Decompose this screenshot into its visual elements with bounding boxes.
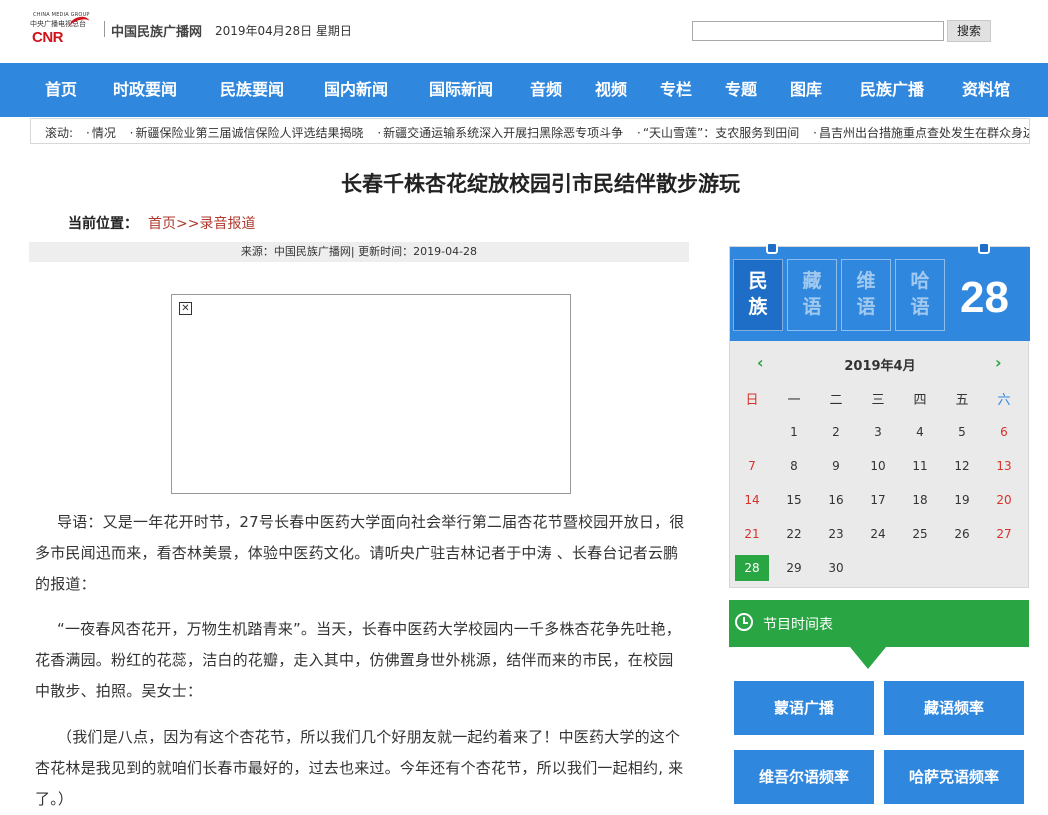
calendar-day[interactable]: 20 (987, 487, 1021, 513)
lang-tab-tibetan[interactable]: 藏 语 (787, 259, 837, 331)
freq-button-kazakh[interactable]: 哈萨克语频率 (884, 750, 1024, 804)
calendar-day[interactable]: 1 (777, 419, 811, 445)
ticker-label: 滚动: (45, 126, 74, 140)
nav-item-columns[interactable]: 专栏 (660, 63, 692, 117)
nav-item-ethnic-radio[interactable]: 民族广播 (860, 63, 924, 117)
calendar-day[interactable]: 9 (819, 453, 853, 479)
nav-item-ethnic-news[interactable]: 民族要闻 (220, 63, 284, 117)
calendar-day[interactable]: 22 (777, 521, 811, 547)
calendar-day[interactable]: 24 (861, 521, 895, 547)
calendar-day[interactable]: 16 (819, 487, 853, 513)
broken-image-icon: ✕ (179, 302, 192, 315)
ticker-item[interactable]: “天山雪莲”：支农服务到田间 (637, 126, 799, 140)
lang-tab-kazakh[interactable]: 哈 语 (895, 259, 945, 331)
weekday-header: 三 (871, 393, 885, 408)
nav-item-international[interactable]: 国际新闻 (429, 63, 493, 117)
calendar-day-today[interactable]: 28 (735, 555, 769, 581)
nav-item-domestic[interactable]: 国内新闻 (324, 63, 388, 117)
nav-item-topics[interactable]: 专题 (725, 63, 757, 117)
calendar-month: 2019年4月 (844, 359, 916, 374)
nav-item-home[interactable]: 首页 (45, 63, 77, 117)
nav-item-gallery[interactable]: 图库 (790, 63, 822, 117)
article-paragraph: 导语：又是一年花开时节，27号长春中医药大学面向社会举行第二届杏花节暨校园开放日… (35, 513, 685, 593)
top-bar: CHINA MEDIA GROUP 中央广播电视总台 CNR 中国民族广播网 2… (0, 0, 1048, 63)
calendar-day[interactable]: 30 (819, 555, 853, 581)
cnr-logo[interactable]: CHINA MEDIA GROUP 中央广播电视总台 CNR (30, 12, 102, 48)
lang-tab-label: 哈 语 (910, 270, 930, 318)
lang-tab-uyghur[interactable]: 维 语 (841, 259, 891, 331)
calendar-day[interactable]: 3 (861, 419, 895, 445)
calendar-day[interactable]: 12 (945, 453, 979, 479)
news-ticker: 滚动: 情况 新疆保险业第三届诚信保险人评选结果揭晓 新疆交通运输系统深入开展扫… (30, 118, 1030, 144)
weekday-header: 一 (787, 393, 801, 408)
current-date: 2019年04月28日 星期日 (215, 24, 352, 38)
calendar-day[interactable]: 14 (735, 487, 769, 513)
site-name[interactable]: 中国民族广播网 (111, 21, 202, 40)
calendar-day[interactable]: 17 (861, 487, 895, 513)
calendar-header: 民 族 藏 语 维 语 哈 语 28 (730, 242, 1030, 341)
clock-icon (735, 613, 753, 631)
logo-divider (104, 21, 105, 37)
breadcrumb[interactable]: 首页>>录音报道 (148, 213, 255, 233)
calendar-day[interactable]: 19 (945, 487, 979, 513)
calendar-day[interactable]: 7 (735, 453, 769, 479)
weekday-header: 六 (997, 393, 1011, 408)
calendar-day[interactable]: 4 (903, 419, 937, 445)
ticker-items: 情况 新疆保险业第三届诚信保险人评选结果揭晓 新疆交通运输系统深入开展扫黑除恶专… (86, 124, 1029, 141)
logo-brand-text: CNR (32, 29, 64, 46)
nav-item-archive[interactable]: 资料馆 (962, 63, 1010, 117)
article-paragraph: “一夜春风杏花开，万物生机踏青来”。当天，长春中医药大学校园内一千多株杏花争先吐… (35, 620, 681, 700)
breadcrumb-label: 当前位置： (68, 216, 138, 232)
calendar-day[interactable]: 29 (777, 555, 811, 581)
ticker-item[interactable]: 新疆交通运输系统深入开展扫黑除恶专项斗争 (377, 126, 623, 140)
calendar-day[interactable]: 13 (987, 453, 1021, 479)
nav-item-video[interactable]: 视频 (595, 63, 627, 117)
freq-button-tibetan[interactable]: 藏语频率 (884, 681, 1024, 735)
calendar-day[interactable]: 26 (945, 521, 979, 547)
binder-ring-icon (978, 242, 990, 254)
pointer-arrow (850, 647, 886, 669)
current-day-number: 28 (960, 273, 1009, 322)
calendar-day[interactable]: 6 (987, 419, 1021, 445)
ticker-item[interactable]: 情况 (86, 126, 116, 140)
calendar-day[interactable]: 10 (861, 453, 895, 479)
ticker-item[interactable]: 新疆保险业第三届诚信保险人评选结果揭晓 (130, 126, 364, 140)
calendar-day[interactable]: 8 (777, 453, 811, 479)
main-nav: 首页 时政要闻 民族要闻 国内新闻 国际新闻 音频 视频 专栏 专题 图库 民族… (0, 63, 1048, 117)
weekday-header: 日 (745, 393, 759, 408)
calendar-day[interactable]: 27 (987, 521, 1021, 547)
freq-button-uyghur[interactable]: 维吾尔语频率 (734, 750, 874, 804)
binder-ring-icon (766, 242, 778, 254)
calendar-day[interactable]: 23 (819, 521, 853, 547)
calendar-day[interactable]: 2 (819, 419, 853, 445)
lang-tab-ethnic[interactable]: 民 族 (733, 259, 783, 331)
freq-button-mongolian[interactable]: 蒙语广播 (734, 681, 874, 735)
article-paragraph: （我们是八点，因为有这个杏花节，所以我们几个好朋友就一起约着来了！中医药大学的这… (35, 728, 684, 808)
program-schedule-bar[interactable]: 节目时间表 (729, 600, 1029, 669)
calendar-day[interactable]: 15 (777, 487, 811, 513)
audio-player[interactable]: ✕ (171, 294, 571, 494)
ticker-item[interactable]: 昌吉州出台措施重点查处发生在群众身边的 (813, 126, 1029, 140)
weekday-header: 四 (913, 393, 927, 408)
lang-tab-label: 民 族 (748, 270, 768, 318)
article-title: 长春千株杏花绽放校园引市民结伴散步游玩 (341, 172, 740, 196)
article-meta: 来源：中国民族广播网| 更新时间：2019-04-28 (29, 242, 689, 262)
chevron-right-icon[interactable]: › (995, 353, 1002, 372)
calendar-day[interactable]: 11 (903, 453, 937, 479)
calendar-day[interactable]: 5 (945, 419, 979, 445)
weekday-header: 二 (829, 393, 843, 408)
calendar-day[interactable]: 21 (735, 521, 769, 547)
nav-item-politics[interactable]: 时政要闻 (113, 63, 177, 117)
search-button[interactable]: 搜索 (947, 20, 991, 42)
lang-tab-label: 藏 语 (802, 270, 822, 318)
calendar-day[interactable]: 25 (903, 521, 937, 547)
calendar-widget: 民 族 藏 语 维 语 哈 语 28 ‹ 2019年4月 › 日一二三四五六12… (729, 242, 1030, 588)
nav-item-audio[interactable]: 音频 (530, 63, 562, 117)
calendar-day[interactable]: 18 (903, 487, 937, 513)
search-input[interactable] (692, 21, 944, 41)
lang-tab-label: 维 语 (856, 270, 876, 318)
program-schedule-label: 节目时间表 (763, 617, 833, 633)
weekday-header: 五 (955, 393, 969, 408)
